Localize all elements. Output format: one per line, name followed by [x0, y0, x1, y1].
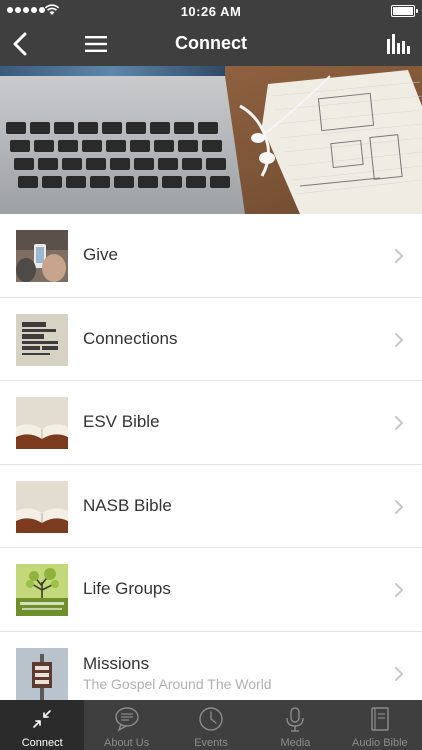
hamburger-menu-icon — [85, 36, 107, 52]
tab-label: Connect — [21, 737, 63, 749]
list-item-title: Life Groups — [83, 579, 171, 599]
bar-chart-icon — [387, 34, 410, 54]
list-item-life-groups[interactable]: Life Groups — [0, 548, 422, 632]
list-item-missions[interactable]: Missions The Gospel Around The World — [0, 632, 422, 701]
chevron-right-icon — [395, 249, 403, 263]
tab-bar: Connect About Us Events Media Audio Bibl… — [0, 700, 422, 750]
back-button[interactable] — [6, 28, 38, 60]
tab-connect[interactable]: Connect — [0, 700, 85, 750]
microphone-icon — [286, 707, 305, 732]
list-item-give[interactable]: Give — [0, 214, 422, 298]
esv-bible-thumbnail — [16, 397, 68, 449]
tab-label: Audio Bible — [352, 737, 408, 749]
book-icon — [371, 707, 389, 731]
list-item-title: Missions — [83, 653, 150, 673]
list-item-title: ESV Bible — [83, 412, 160, 432]
tab-label: Media — [280, 737, 311, 749]
list-item-connections[interactable]: Connections — [0, 298, 422, 381]
tab-label: About Us — [103, 737, 150, 749]
connections-thumbnail — [16, 313, 68, 366]
connect-list: Give Connections ESV Bible NASB Bible Li… — [0, 214, 422, 700]
chevron-right-icon — [395, 666, 403, 681]
menu-button[interactable] — [82, 30, 110, 58]
give-thumbnail — [16, 230, 68, 282]
life-groups-thumbnail — [16, 564, 68, 616]
list-item-title: Give — [83, 245, 118, 265]
chat-bubble-icon — [114, 707, 139, 732]
list-item-esv-bible[interactable]: ESV Bible — [0, 381, 422, 465]
stats-button[interactable] — [384, 30, 412, 58]
list-item-title: Connections — [83, 328, 178, 348]
tab-events[interactable]: Events — [169, 700, 253, 750]
page-title: Connect — [175, 33, 247, 53]
battery-icon — [391, 5, 418, 17]
connect-icon — [33, 710, 52, 728]
chevron-right-icon — [395, 332, 403, 347]
missions-thumbnail — [16, 647, 68, 700]
list-item-title: NASB Bible — [83, 495, 172, 515]
chevron-right-icon — [395, 416, 403, 430]
chevron-left-icon — [13, 32, 27, 56]
nasb-bible-thumbnail — [16, 480, 68, 533]
tab-media[interactable]: Media — [253, 700, 337, 750]
list-item-subtitle: The Gospel Around The World — [83, 675, 272, 692]
hero-image — [0, 66, 422, 214]
list-item-nasb-bible[interactable]: NASB Bible — [0, 465, 422, 548]
tab-label: Events — [194, 737, 228, 749]
clock-icon — [199, 707, 223, 731]
chevron-right-icon — [395, 583, 403, 597]
status-bar: 10:26 AM — [0, 0, 422, 22]
chevron-right-icon — [395, 499, 403, 514]
nav-bar: Connect — [0, 22, 422, 66]
tab-audio-bible[interactable]: Audio Bible — [338, 700, 422, 750]
status-time: 10:26 AM — [180, 4, 242, 19]
tab-about-us[interactable]: About Us — [84, 700, 168, 750]
